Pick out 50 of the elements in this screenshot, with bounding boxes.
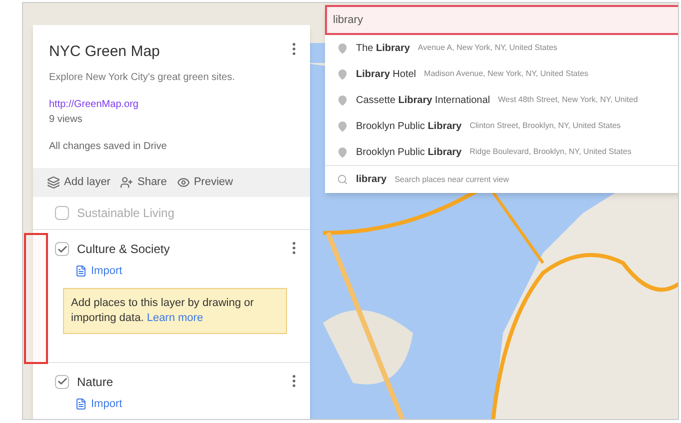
suggestion-address: West 48th Street, New York, NY, United xyxy=(498,94,638,106)
document-icon xyxy=(75,265,87,278)
suggestion-address: Avenue A, New York, NY, United States xyxy=(418,42,558,54)
checkbox[interactable] xyxy=(55,374,69,388)
check-icon xyxy=(56,244,68,254)
import-button[interactable]: Import xyxy=(75,263,122,280)
toolbar-button[interactable]: Preview xyxy=(176,174,233,190)
suggestion-address: Search places near current view xyxy=(394,174,509,186)
toolbar-button[interactable]: Share xyxy=(120,174,167,190)
suggestion-item[interactable]: Brooklyn Public Library Clinton Street, Brooklyn, NY, United States xyxy=(325,113,678,139)
map-description: Explore New York City's great green sites. xyxy=(49,70,236,84)
suggestion-item[interactable]: Cassette Library International West 48th Street, New York, NY, United xyxy=(325,87,678,113)
suggestion-address: Ridge Boulevard, Brooklyn, NY, United States xyxy=(470,146,632,158)
checkbox[interactable] xyxy=(55,206,69,220)
map-title: NYC Green Map xyxy=(49,42,161,62)
pin-icon xyxy=(337,120,348,132)
document-icon xyxy=(75,398,87,410)
eye-icon xyxy=(176,176,190,188)
import-button[interactable]: Import xyxy=(75,396,122,412)
map-link[interactable]: http://GreenMap.org xyxy=(49,96,138,112)
layers-icon xyxy=(47,176,60,188)
suggestion-name: Brooklyn Public Library xyxy=(356,120,462,134)
suggestion-item[interactable]: The Library Avenue A, New York, NY, United States xyxy=(325,35,678,61)
tooltip-text: Add places to this layer by drawing or importing data. Learn more xyxy=(71,296,255,326)
layer-name: Sustainable Living xyxy=(77,204,174,222)
person-plus-icon xyxy=(120,176,134,188)
suggestion-address: Madison Avenue, New York, NY, United States xyxy=(424,68,588,80)
pin-icon xyxy=(337,146,348,158)
suggestion-name: Library Hotel xyxy=(356,68,416,82)
pin-icon xyxy=(337,94,348,106)
suggestion-item[interactable]: Brooklyn Public Library Ridge Boulevard, Brooklyn, NY, United States xyxy=(325,139,678,165)
view-count: 9 views xyxy=(49,112,84,126)
checkbox[interactable] xyxy=(55,242,69,256)
suggestion-address: Clinton Street, Brooklyn, NY, United States xyxy=(470,120,621,132)
suggestion-name: library xyxy=(356,173,387,187)
search-field[interactable]: library xyxy=(325,5,678,35)
save-status: All changes saved in Drive xyxy=(49,140,168,154)
suggestion-name: The Library xyxy=(356,42,410,56)
suggestion-item[interactable]: Library Hotel Madison Avenue, New York, NY, United States xyxy=(325,61,678,87)
learn-more-link[interactable]: Learn more xyxy=(146,312,204,324)
layer-name: Nature xyxy=(77,374,114,390)
suggestion-item[interactable]: library Search places near current view xyxy=(325,165,678,193)
suggestion-name: Brooklyn Public Library xyxy=(356,146,462,160)
toolbar-button[interactable]: Add layer xyxy=(47,174,110,190)
layer-name: Culture & Society xyxy=(77,241,170,258)
suggestion-name: Cassette Library International xyxy=(356,94,490,108)
search-icon xyxy=(337,174,348,185)
pin-icon xyxy=(337,68,348,80)
pin-icon xyxy=(337,42,348,54)
check-icon xyxy=(56,376,68,387)
